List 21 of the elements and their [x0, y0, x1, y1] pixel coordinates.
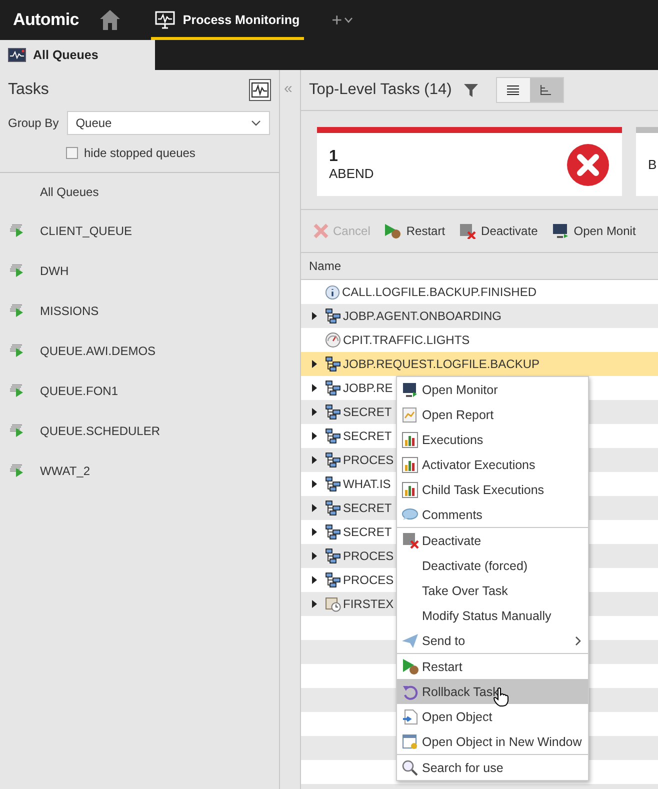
panel-title: Tasks [8, 81, 49, 99]
task-name: CALL.LOGFILE.BACKUP.FINISHED [342, 285, 537, 299]
status-count: 1 [329, 148, 339, 166]
task-name: JOBP.AGENT.ONBOARDING [343, 309, 502, 323]
task-name: WHAT.IS [343, 477, 391, 491]
checkbox-label: hide stopped queues [84, 146, 196, 160]
task-name: SECRET [343, 501, 392, 515]
task-name: PROCES [343, 549, 394, 563]
group-by-label: Group By [8, 116, 59, 130]
task-name: FIRSTEX [343, 597, 394, 611]
list-title: Top-Level Tasks (14) [309, 81, 452, 99]
task-name: SECRET [343, 525, 392, 539]
task-name: PROCES [343, 453, 394, 467]
task-name: CPIT.TRAFFIC.LIGHTS [343, 333, 470, 347]
status-label: ABEND [329, 166, 374, 181]
task-name: PROCES [343, 573, 394, 587]
task-name: SECRET [343, 429, 392, 443]
task-name: JOBP.RE [343, 381, 393, 395]
task-name: JOBP.REQUEST.LOGFILE.BACKUP [343, 357, 540, 371]
task-name: SECRET [343, 405, 392, 419]
status-label: B [648, 157, 657, 172]
